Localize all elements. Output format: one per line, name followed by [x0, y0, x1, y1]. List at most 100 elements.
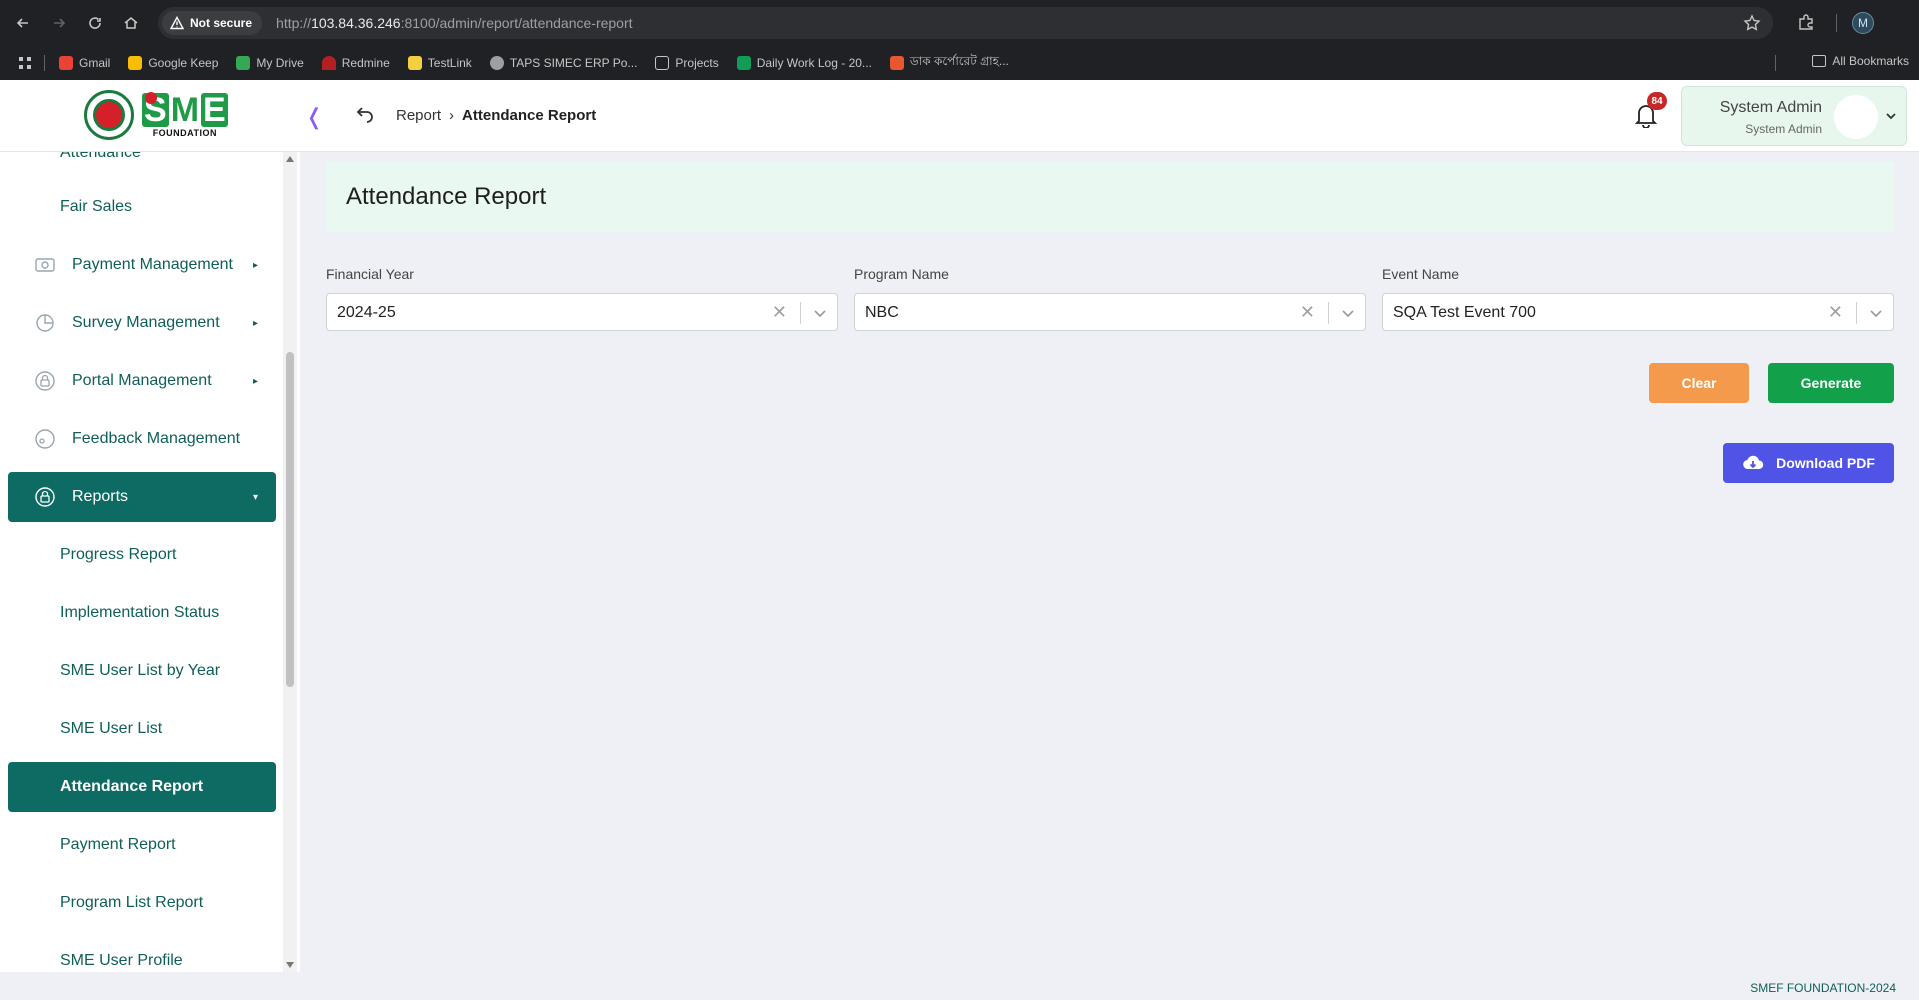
sidebar-item-payment-management[interactable]: Payment Management ▸ — [8, 240, 276, 290]
program-name-label: Program Name — [854, 266, 949, 282]
globe-icon — [489, 56, 504, 70]
bookmark-dak[interactable]: ডাক কর্পোরেট গ্রাহ... — [889, 53, 1009, 73]
sidebar-item-attendance-report[interactable]: Attendance Report — [8, 762, 276, 812]
sidebar-collapse-icon[interactable]: ❬ — [305, 104, 323, 130]
footer: SMEF FOUNDATION-2024 — [300, 972, 1919, 1000]
bookmark-testlink[interactable]: TestLink — [407, 56, 472, 70]
sidebar-item-payment-report[interactable]: Payment Report — [8, 820, 276, 870]
bookmark-google-keep[interactable]: Google Keep — [128, 56, 218, 70]
sidebar-item-reports[interactable]: Reports ▾ — [8, 472, 276, 522]
sidebar-item-program-list-report[interactable]: Program List Report — [8, 878, 276, 928]
sidebar-item-sme-user-list[interactable]: SME User List — [8, 704, 276, 754]
chevron-down-icon[interactable] — [813, 306, 827, 320]
breadcrumb-report[interactable]: Report — [396, 107, 441, 124]
sidebar-item-label: Portal Management — [72, 372, 212, 389]
bookmark-label: TestLink — [427, 56, 472, 70]
sidebar-item-label: Reports — [72, 488, 129, 505]
bookmark-label: ডাক কর্পোরেট গ্রাহ... — [909, 54, 1009, 68]
notification-badge: 84 — [1647, 92, 1667, 110]
chevron-down-icon[interactable] — [1869, 306, 1883, 320]
drive-icon — [236, 56, 251, 70]
home-icon[interactable] — [116, 8, 146, 38]
caret-right-icon: ▸ — [252, 318, 258, 329]
scroll-down-icon[interactable] — [286, 962, 294, 968]
breadcrumb-current: Attendance Report — [462, 107, 597, 124]
bookmark-label: Redmine — [341, 56, 390, 70]
bookmark-my-drive[interactable]: My Drive — [236, 56, 304, 70]
bookmark-projects[interactable]: Projects — [655, 56, 719, 70]
sidebar-item-attendance[interactable]: Attendance — [8, 152, 276, 178]
event-name-select[interactable]: SQA Test Event 700 ✕ — [1382, 293, 1894, 331]
bookmark-label: Google Keep — [148, 56, 219, 70]
sidebar-item-survey-management[interactable]: Survey Management ▸ — [8, 298, 276, 348]
bookmark-gmail[interactable]: Gmail — [59, 56, 110, 70]
sidebar-item-feedback-management[interactable]: Feedback Management — [8, 414, 276, 464]
breadcrumb: Report › Attendance Report — [396, 107, 596, 124]
sidebar-item-sme-user-list-by-year[interactable]: SME User List by Year — [8, 646, 276, 696]
bookmark-redmine[interactable]: Redmine — [321, 56, 390, 70]
page-header-panel: Attendance Report — [326, 162, 1894, 232]
chevron-down-icon[interactable] — [1341, 306, 1355, 320]
cloud-download-icon — [1743, 455, 1764, 470]
avatar — [1834, 95, 1878, 139]
clear-icon[interactable]: ✕ — [1300, 302, 1315, 323]
user-menu[interactable]: System Admin System Admin — [1681, 86, 1907, 146]
lock-icon — [35, 487, 55, 507]
apps-grid-icon[interactable] — [18, 56, 32, 70]
government-seal-icon — [84, 90, 134, 140]
sidebar-item-label: Payment Management — [72, 256, 233, 273]
program-name-select[interactable]: NBC ✕ — [854, 293, 1366, 331]
address-bar[interactable]: Not secure http://103.84.36.246:8100/adm… — [158, 7, 1773, 39]
bookmark-label: Gmail — [79, 56, 111, 70]
sidebar-item-portal-management[interactable]: Portal Management ▸ — [8, 356, 276, 406]
user-role: System Admin — [1745, 122, 1822, 136]
bookmark-label: TAPS SIMEC ERP Po... — [509, 56, 638, 70]
forward-arrow-icon[interactable] — [44, 8, 74, 38]
sidebar-item-label: Program List Report — [60, 894, 204, 911]
download-pdf-label: Download PDF — [1776, 455, 1875, 471]
star-icon[interactable] — [1743, 14, 1761, 32]
pie-chart-icon — [36, 314, 54, 332]
download-pdf-button[interactable]: Download PDF — [1723, 443, 1894, 483]
clear-icon[interactable]: ✕ — [772, 302, 787, 323]
generate-button[interactable]: Generate — [1768, 363, 1894, 403]
sidebar-item-sme-user-profile[interactable]: SME User Profile — [8, 936, 276, 972]
url-text[interactable]: http://103.84.36.246:8100/admin/report/a… — [276, 15, 633, 31]
financial-year-label: Financial Year — [326, 266, 414, 282]
scroll-thumb[interactable] — [286, 352, 294, 687]
extensions-icon[interactable] — [1797, 13, 1815, 31]
program-name-value: NBC — [865, 304, 899, 321]
folder-icon — [655, 56, 670, 70]
sheets-icon — [736, 56, 751, 70]
back-icon[interactable] — [355, 104, 375, 124]
security-label: Not secure — [190, 16, 253, 30]
gmail-icon — [59, 56, 73, 70]
browser-profile-avatar[interactable]: M — [1852, 12, 1874, 34]
sidebar-item-label: Fair Sales — [60, 198, 133, 215]
chevron-right-icon: › — [449, 107, 455, 124]
app-header: SME FOUNDATION ❬ Report › Attendance Rep… — [0, 80, 1919, 152]
feedback-icon — [35, 429, 55, 449]
sidebar-item-implementation-status[interactable]: Implementation Status — [8, 588, 276, 638]
sidebar-item-label: Attendance — [60, 152, 141, 161]
url-scheme: http:// — [276, 15, 312, 31]
clear-button[interactable]: Clear — [1649, 363, 1749, 403]
logo-subtitle: FOUNDATION — [152, 127, 218, 138]
scroll-up-icon[interactable] — [286, 156, 294, 162]
logo-dot — [145, 92, 157, 104]
url-host: 103.84.36.246 — [311, 15, 401, 31]
testlink-icon — [407, 56, 422, 70]
bookmark-taps-simec[interactable]: TAPS SIMEC ERP Po... — [489, 56, 638, 70]
sidebar-scrollbar[interactable] — [283, 152, 297, 972]
reload-icon[interactable] — [80, 8, 110, 38]
financial-year-select[interactable]: 2024-25 ✕ — [326, 293, 838, 331]
security-chip[interactable]: Not secure — [162, 11, 263, 35]
back-arrow-icon[interactable] — [8, 8, 38, 38]
sidebar-item-fair-sales[interactable]: Fair Sales — [8, 182, 276, 232]
sidebar-item-label: Feedback Management — [72, 430, 241, 447]
bookmark-label: Projects — [675, 56, 719, 70]
sidebar-item-progress-report[interactable]: Progress Report — [8, 530, 276, 580]
all-bookmarks[interactable]: All Bookmarks — [1812, 54, 1909, 68]
clear-icon[interactable]: ✕ — [1828, 302, 1843, 323]
bookmark-daily-work-log[interactable]: Daily Work Log - 20... — [736, 56, 872, 70]
